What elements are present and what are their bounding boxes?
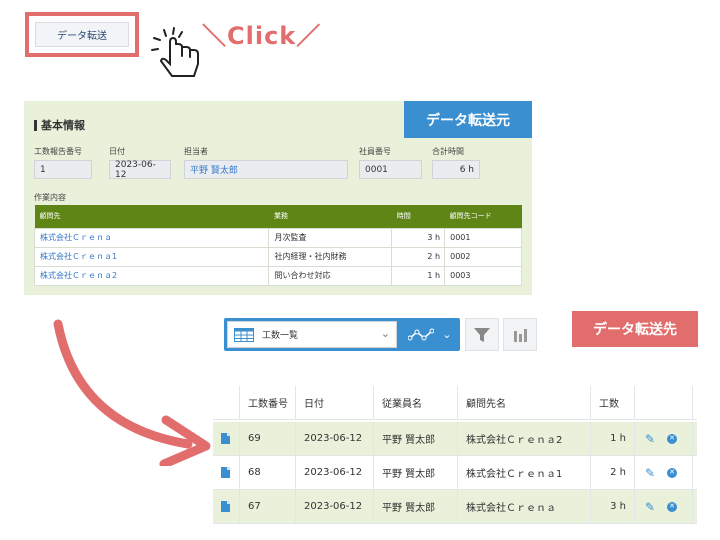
chevron-down-icon: ⌄ xyxy=(380,327,390,340)
col-header-client-code: 顧問先コード xyxy=(444,205,522,228)
col-header-client-name: 顧問先名 xyxy=(458,386,591,419)
source-badge: データ転送元 xyxy=(404,101,532,138)
person-field[interactable]: 平野 賢太郎 xyxy=(184,160,348,179)
chevron-down-icon: ⌄ xyxy=(442,328,452,341)
hours-cell: 3 h xyxy=(591,490,635,523)
edit-pencil-icon[interactable]: ✎ xyxy=(645,500,655,514)
client-name-cell: 株式会社Ｃｒｅｎａ xyxy=(458,490,591,523)
col-header-record-no: 工数番号 xyxy=(240,386,296,419)
destination-record-list: 工数番号 日付 従業員名 顧問先名 工数 69 2023-06-12 平野 賢太… xyxy=(213,386,697,526)
date-cell: 2023-06-12 xyxy=(296,490,374,523)
col-header-employee: 従業員名 xyxy=(374,386,458,419)
header-blank-cell xyxy=(213,386,240,419)
time-cell: 1 h xyxy=(391,265,446,286)
employee-cell: 平野 賢太郎 xyxy=(374,422,458,455)
transfer-button-highlight: データ転送 xyxy=(25,12,139,57)
table-row: 株式会社Ｃｒｅｎａ 月次監査 3 h 0001 xyxy=(33,227,522,248)
record-detail-cell xyxy=(213,456,240,489)
work-content-label: 作業内容 xyxy=(34,193,66,202)
client-link[interactable]: 株式会社Ｃｒｅｎａ1 xyxy=(33,246,270,267)
click-hand-icon xyxy=(151,27,199,77)
table-row: 67 2023-06-12 平野 賢太郎 株式会社Ｃｒｅｎａ 3 h ✎ ✕ xyxy=(213,490,697,524)
delete-icon[interactable]: ✕ xyxy=(667,501,678,512)
client-name-cell: 株式会社Ｃｒｅｎａ1 xyxy=(458,456,591,489)
work-content-table: 顧問先 業務 時間 顧問先コード 株式会社Ｃｒｅｎａ 月次監査 3 h 0001… xyxy=(33,205,522,286)
table-header-row: 顧問先 業務 時間 顧問先コード xyxy=(34,205,522,228)
employee-no-label: 社員番号 xyxy=(359,147,391,156)
delete-icon[interactable]: ✕ xyxy=(667,433,678,444)
section-title: 基本情報 xyxy=(34,117,85,133)
section-title-text: 基本情報 xyxy=(41,119,85,132)
client-code-cell: 0001 xyxy=(444,227,522,248)
table-row: 株式会社Ｃｒｅｎａ2 問い合わせ対応 1 h 0003 xyxy=(33,265,522,286)
col-header-client: 顧問先 xyxy=(34,205,269,228)
view-selector-bar: 工数一覧 ⌄ ⌄ xyxy=(224,318,460,351)
hours-cell: 2 h xyxy=(591,456,635,489)
employee-no-field: 0001 xyxy=(359,160,422,179)
table-row: 株式会社Ｃｒｅｎａ1 社内経理・社内財務 2 h 0002 xyxy=(33,246,522,267)
date-label: 日付 xyxy=(109,147,125,156)
client-link[interactable]: 株式会社Ｃｒｅｎａ xyxy=(33,227,270,248)
record-no-cell: 69 xyxy=(240,422,296,455)
client-link[interactable]: 株式会社Ｃｒｅｎａ2 xyxy=(33,265,270,286)
actions-cell: ✎ ✕ xyxy=(635,422,693,455)
destination-badge: データ転送先 xyxy=(572,311,698,347)
graph-icon xyxy=(408,328,435,340)
actions-cell: ✎ ✕ xyxy=(635,456,693,489)
filter-icon xyxy=(474,327,490,342)
col-header-time: 時間 xyxy=(391,205,445,228)
graph-dropdown[interactable]: ⌄ xyxy=(400,318,460,351)
hours-cell: 1 h xyxy=(591,422,635,455)
view-dropdown[interactable]: 工数一覧 ⌄ xyxy=(227,321,397,348)
transfer-arrow-icon xyxy=(53,319,211,466)
time-cell: 2 h xyxy=(391,246,446,267)
client-name-cell: 株式会社Ｃｒｅｎａ2 xyxy=(458,422,591,455)
date-field: 2023-06-12 xyxy=(109,160,171,180)
section-title-bar xyxy=(34,119,37,131)
view-name: 工数一覧 xyxy=(262,331,299,341)
edit-pencil-icon[interactable]: ✎ xyxy=(645,432,655,446)
record-no-cell: 68 xyxy=(240,456,296,489)
total-time-label: 合計時間 xyxy=(432,147,464,156)
graph-button[interactable] xyxy=(503,318,537,351)
actions-cell: ✎ ✕ xyxy=(635,490,693,523)
date-cell: 2023-06-12 xyxy=(296,456,374,489)
client-code-cell: 0003 xyxy=(444,265,522,286)
client-code-cell: 0002 xyxy=(444,246,522,267)
delete-icon[interactable]: ✕ xyxy=(667,467,678,478)
col-header-date: 日付 xyxy=(296,386,374,419)
record-detail-cell xyxy=(213,422,240,455)
report-no-field: 1 xyxy=(34,160,92,179)
data-transfer-button[interactable]: データ転送 xyxy=(35,22,129,47)
filter-button[interactable] xyxy=(465,318,499,351)
table-header-row: 工数番号 日付 従業員名 顧問先名 工数 xyxy=(213,386,697,420)
table-view-icon xyxy=(234,327,254,342)
document-icon[interactable] xyxy=(221,433,230,444)
header-actions-cell xyxy=(635,386,693,419)
employee-cell: 平野 賢太郎 xyxy=(374,490,458,523)
source-record-panel: 基本情報 データ転送元 工数報告番号 1 日付 2023-06-12 担当者 平… xyxy=(24,101,532,295)
table-row: 69 2023-06-12 平野 賢太郎 株式会社Ｃｒｅｎａ2 1 h ✎ ✕ xyxy=(213,422,697,456)
task-cell: 月次監査 xyxy=(268,227,393,248)
click-hint-text: ＼Click／ xyxy=(202,22,322,50)
task-cell: 問い合わせ対応 xyxy=(268,265,393,286)
person-label: 担当者 xyxy=(184,147,208,156)
bar-chart-icon xyxy=(514,328,527,342)
document-icon[interactable] xyxy=(221,501,230,512)
col-header-hours: 工数 xyxy=(591,386,635,419)
date-cell: 2023-06-12 xyxy=(296,422,374,455)
employee-cell: 平野 賢太郎 xyxy=(374,456,458,489)
time-cell: 3 h xyxy=(391,227,446,248)
record-no-cell: 67 xyxy=(240,490,296,523)
total-time-field: 6 h xyxy=(432,160,480,179)
task-cell: 社内経理・社内財務 xyxy=(268,246,393,267)
edit-pencil-icon[interactable]: ✎ xyxy=(645,466,655,480)
document-icon[interactable] xyxy=(221,467,230,478)
report-no-label: 工数報告番号 xyxy=(34,147,82,156)
record-detail-cell xyxy=(213,490,240,523)
table-row: 68 2023-06-12 平野 賢太郎 株式会社Ｃｒｅｎａ1 2 h ✎ ✕ xyxy=(213,456,697,490)
col-header-task: 業務 xyxy=(268,205,392,228)
